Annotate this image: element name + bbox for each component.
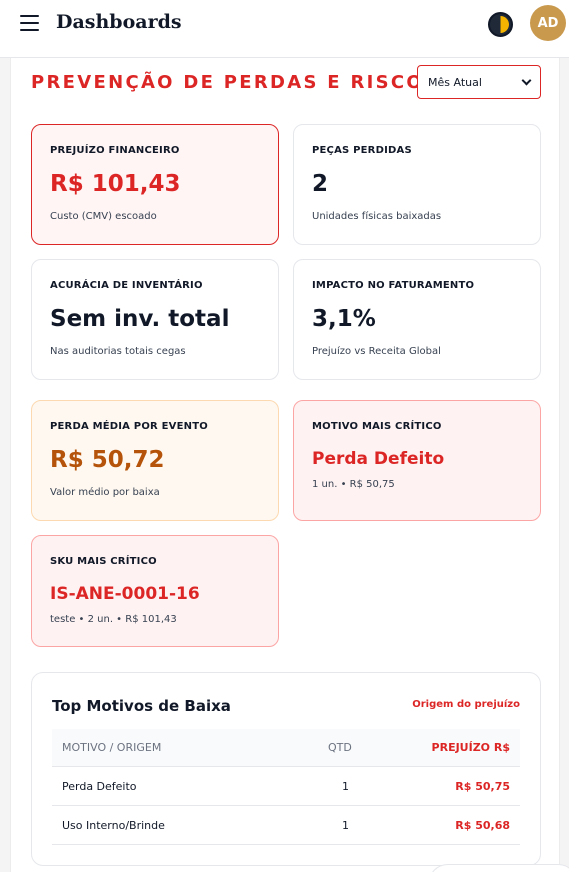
row-prejuizo: R$ 50,75 (455, 780, 510, 793)
card-value: 3,1% (312, 306, 376, 332)
card-label: MOTIVO MAIS CRÍTICO (312, 421, 442, 432)
card-subtitle: Unidades físicas baixadas (312, 211, 442, 222)
card-subtitle: Custo (CMV) escoado (50, 211, 157, 222)
card-value: Sem inv. total (50, 306, 230, 332)
table-header: MOTIVO / ORIGEM QTD PREJUÍZO R$ (52, 729, 520, 767)
table-row: Perda Defeito 1 R$ 50,75 (52, 767, 520, 806)
page-title: PREVENÇÃO DE PERDAS E RISCO (31, 72, 424, 93)
theme-toggle-icon[interactable] (488, 12, 513, 37)
row-motivo: Perda Defeito (62, 780, 137, 793)
card-value: R$ 101,43 (50, 171, 181, 197)
column-header-prejuizo: PREJUÍZO R$ (431, 741, 510, 754)
card-acuracia-inventario: ACURÁCIA DE INVENTÁRIO Sem inv. total Na… (31, 259, 279, 380)
card-motivo-critico: MOTIVO MAIS CRÍTICO Perda Defeito 1 un. … (293, 400, 541, 521)
card-label: PERDA MÉDIA POR EVENTO (50, 421, 208, 432)
card-prejuizo-financeiro: PREJUÍZO FINANCEIRO R$ 101,43 Custo (CMV… (31, 124, 279, 245)
chevron-down-icon (521, 75, 532, 85)
app-title: Dashboards (56, 11, 182, 33)
floating-widget-edge[interactable] (428, 864, 569, 872)
card-subtitle: Valor médio por baixa (50, 487, 160, 498)
period-select[interactable]: Mês Atual (417, 65, 541, 99)
row-qtd: 1 (342, 819, 349, 832)
column-header-qtd: QTD (328, 741, 352, 754)
row-motivo: Uso Interno/Brinde (62, 819, 165, 832)
card-subtitle: 1 un. • R$ 50,75 (312, 479, 395, 490)
origem-prejuizo-link[interactable]: Origem do prejuízo (412, 699, 520, 710)
table-row: Uso Interno/Brinde 1 R$ 50,68 (52, 806, 520, 845)
row-prejuizo: R$ 50,68 (455, 819, 510, 832)
card-label: SKU MAIS CRÍTICO (50, 556, 157, 567)
card-label: ACURÁCIA DE INVENTÁRIO (50, 280, 203, 291)
card-label: PEÇAS PERDIDAS (312, 145, 412, 156)
table-title: Top Motivos de Baixa (52, 697, 231, 715)
card-value: R$ 50,72 (50, 447, 165, 473)
top-bar: Dashboards AD (0, 0, 569, 58)
hamburger-menu-icon[interactable] (20, 13, 40, 33)
card-subtitle: Nas auditorias totais cegas (50, 346, 186, 357)
card-value: 2 (312, 171, 329, 197)
user-avatar[interactable]: AD (530, 5, 566, 41)
card-value: IS-ANE-0001-16 (50, 584, 200, 604)
main-panel: PREVENÇÃO DE PERDAS E RISCO Mês Atual PR… (10, 58, 560, 872)
card-value: Perda Defeito (312, 449, 445, 469)
column-header-motivo: MOTIVO / ORIGEM (62, 741, 162, 754)
card-subtitle: teste • 2 un. • R$ 101,43 (50, 614, 177, 625)
card-impacto-faturamento: IMPACTO NO FATURAMENTO 3,1% Prejuízo vs … (293, 259, 541, 380)
card-label: IMPACTO NO FATURAMENTO (312, 280, 475, 291)
top-motivos-card: Top Motivos de Baixa Origem do prejuízo … (31, 672, 541, 866)
card-sku-critico: SKU MAIS CRÍTICO IS-ANE-0001-16 teste • … (31, 535, 279, 647)
card-subtitle: Prejuízo vs Receita Global (312, 346, 441, 357)
row-qtd: 1 (342, 780, 349, 793)
card-pecas-perdidas: PEÇAS PERDIDAS 2 Unidades físicas baixad… (293, 124, 541, 245)
card-label: PREJUÍZO FINANCEIRO (50, 145, 180, 156)
period-select-value: Mês Atual (428, 75, 482, 89)
card-perda-media: PERDA MÉDIA POR EVENTO R$ 50,72 Valor mé… (31, 400, 279, 521)
